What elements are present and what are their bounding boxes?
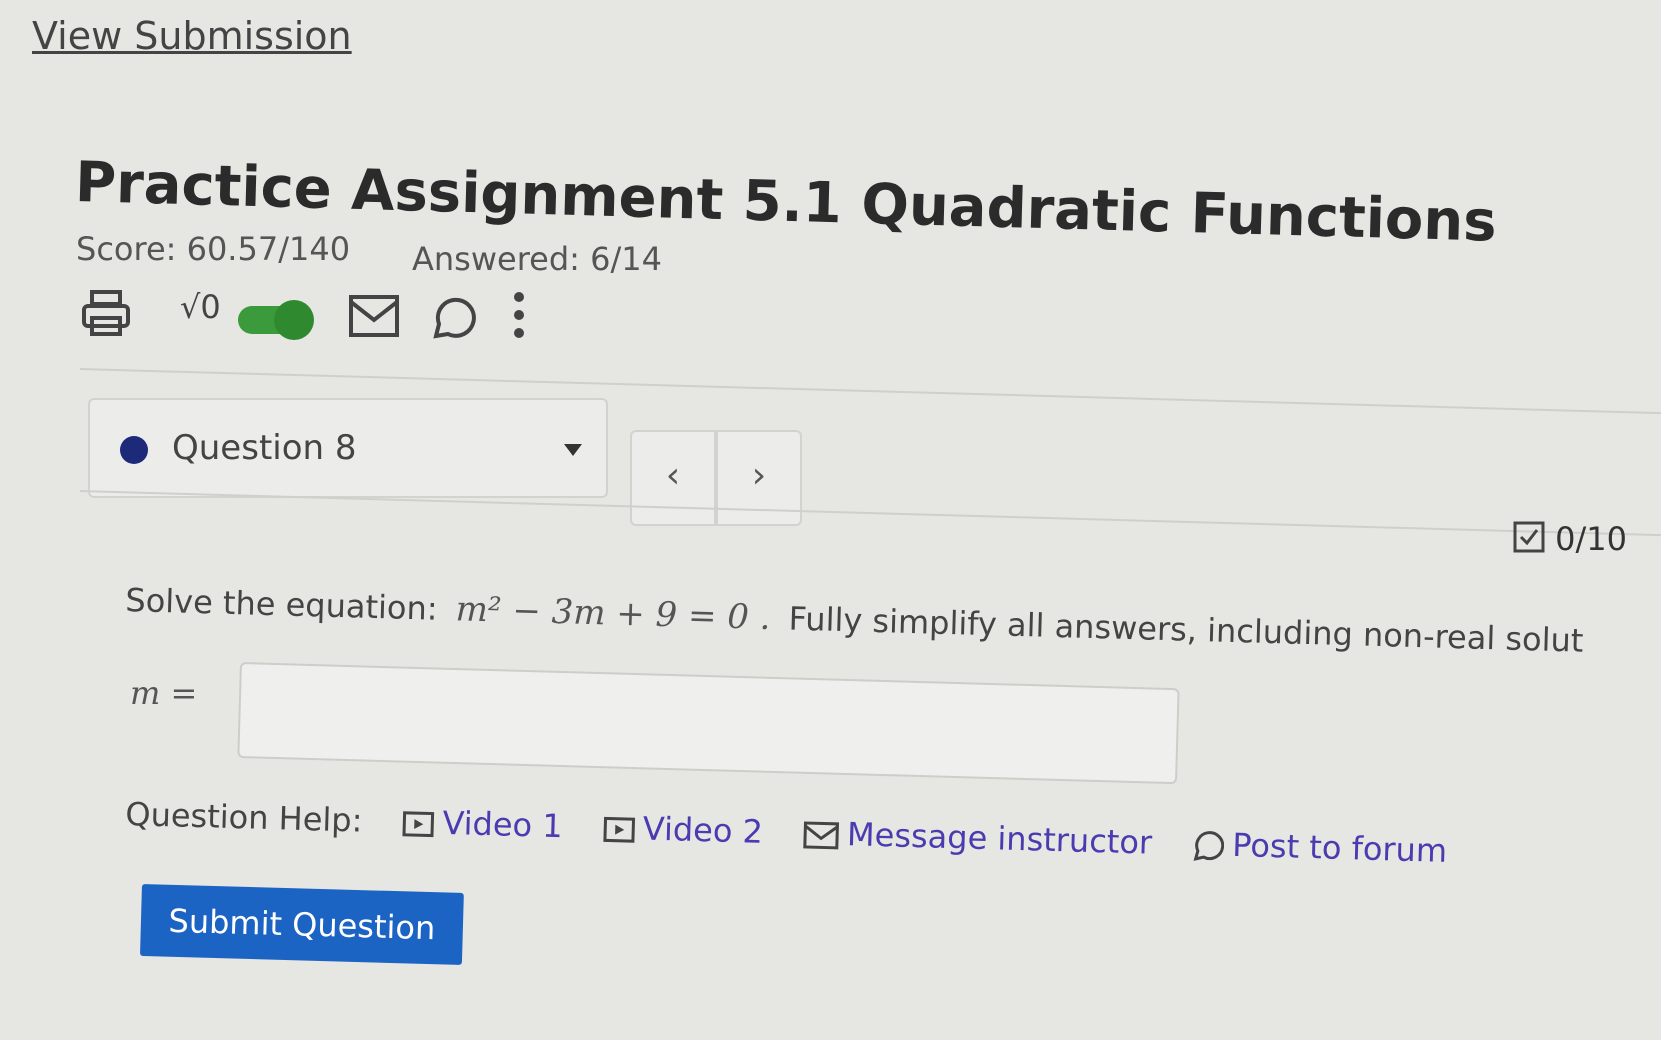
previous-question-button[interactable]: ‹: [630, 430, 716, 526]
video-2-label: Video 2: [642, 809, 764, 851]
video-1-label: Video 1: [442, 803, 564, 846]
answer-input[interactable]: [237, 662, 1180, 785]
video-icon: [602, 816, 635, 843]
forum-icon: [1193, 831, 1225, 861]
question-prompt: Solve the equation: m² − 3m + 9 = 0 . Fu…: [125, 580, 1584, 661]
post-to-forum-link[interactable]: Post to forum: [1192, 825, 1448, 870]
prompt-prefix: Solve the equation:: [124, 580, 439, 628]
equation: m² − 3m + 9 = 0 .: [455, 589, 772, 639]
more-vertical-icon[interactable]: [512, 290, 526, 344]
answer-label: m =: [130, 674, 198, 712]
checkbox-icon: [1512, 520, 1546, 558]
points-text: 0/10: [1555, 520, 1627, 558]
answered-text: Answered: 6/14: [412, 240, 662, 278]
mail-icon: [803, 821, 839, 850]
message-instructor-label: Message instructor: [846, 815, 1153, 862]
divider: [79, 490, 1661, 537]
mail-icon[interactable]: [348, 294, 400, 342]
video-2-link[interactable]: Video 2: [602, 808, 773, 851]
question-points: 0/10: [1512, 520, 1627, 558]
video-icon: [402, 811, 435, 838]
view-submission-link[interactable]: View Submission: [32, 14, 352, 58]
question-select[interactable]: Question 8: [88, 398, 608, 498]
question-status-dot: [120, 436, 148, 464]
math-toggle[interactable]: [238, 300, 314, 340]
post-to-forum-label: Post to forum: [1231, 825, 1448, 870]
toggle-knob: [274, 300, 314, 340]
message-instructor-link[interactable]: Message instructor: [803, 814, 1163, 862]
forum-icon[interactable]: [430, 294, 476, 344]
video-1-link[interactable]: Video 1: [402, 803, 573, 846]
sqrt-icon[interactable]: √0: [180, 288, 221, 326]
question-select-label: Question 8: [172, 428, 357, 468]
caret-down-icon: [564, 444, 582, 456]
score-text: Score: 60.57/140: [76, 230, 351, 268]
question-help: Question Help: Video 1 Video 2 Message i…: [125, 795, 1478, 871]
submit-question-button[interactable]: Submit Question: [139, 884, 464, 965]
toolbar: √0: [80, 282, 540, 362]
print-icon[interactable]: [80, 288, 132, 344]
question-help-label: Question Help:: [124, 795, 363, 840]
prompt-suffix: Fully simplify all answers, including no…: [788, 599, 1584, 660]
